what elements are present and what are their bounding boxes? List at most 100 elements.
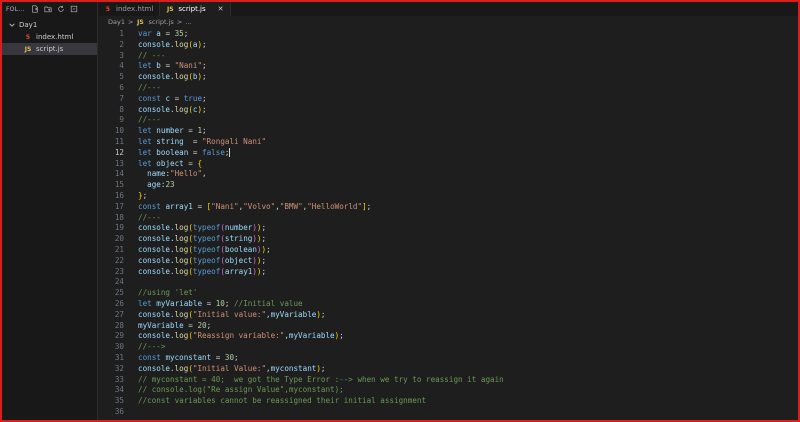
code-text: // --- (138, 51, 165, 62)
code-text: name:"Hello", (138, 169, 207, 180)
breadcrumb-separator: > (176, 18, 183, 26)
line-number: 20 (114, 234, 124, 244)
code-token: object (224, 255, 253, 265)
code-token: = (183, 126, 198, 136)
code-token: let (138, 147, 152, 157)
code-line[interactable]: 16}; (98, 191, 798, 202)
code-line[interactable]: 12 let boolean = false; (98, 148, 798, 159)
code-line[interactable]: 24 (98, 277, 798, 288)
refresh-icon[interactable] (57, 5, 65, 13)
code-line[interactable]: 6 //--- (98, 83, 798, 94)
breadcrumb-file[interactable]: script.js (148, 18, 173, 26)
tab-index-html[interactable]: 5 index.html (98, 2, 161, 16)
code-line[interactable]: 27 console.log("Initial value:",myVariabl… (98, 310, 798, 321)
code-line[interactable]: 2 console.log(a); (98, 40, 798, 51)
code-line[interactable]: 36 (98, 407, 798, 418)
code-line[interactable]: 21 console.log(typeof(boolean)); (98, 245, 798, 256)
code-token: ; (202, 93, 207, 103)
code-line[interactable]: 19 console.log(typeof(number)); (98, 223, 798, 234)
file-index-html[interactable]: 5 index.html (2, 31, 97, 43)
code-line[interactable]: 7 const c = true; (98, 94, 798, 105)
code-line[interactable]: 33 // myconstant = 40; we got the Type Er… (98, 375, 798, 386)
folder-day1[interactable]: Day1 (2, 19, 97, 31)
code-token: = (192, 201, 207, 211)
code-token: 35 (174, 29, 184, 38)
code-line[interactable]: 14 name:"Hello", (98, 169, 798, 180)
code-line[interactable]: 22 console.log(typeof(object)); (98, 256, 798, 267)
code-token: 30 (224, 352, 235, 362)
new-file-icon[interactable] (31, 5, 39, 13)
code-line[interactable]: 30 //---> (98, 342, 798, 353)
code-token: "Nani" (211, 201, 239, 211)
code-token: log (174, 363, 189, 373)
code-line[interactable]: 29 console.log("Reassign variable:",myVar… (98, 331, 798, 342)
code-line[interactable]: 5 console.log(b); (98, 72, 798, 83)
code-line[interactable]: 28 myVariable = 20; (98, 321, 798, 332)
code-token: false (202, 147, 225, 157)
code-line[interactable]: 23 console.log(typeof(array1)); (98, 267, 798, 278)
code-token: log (174, 309, 189, 319)
code-editor[interactable]: 1 var a = 35; 2 console.log(a); 3 // --- 4 let … (98, 29, 798, 420)
code-line[interactable]: 13 let object = { (98, 159, 798, 170)
code-text: console.log(typeof(number)); (138, 223, 266, 234)
code-token: log (174, 234, 189, 244)
code-token: "Initial Value:" (192, 363, 267, 373)
code-token: 20 (197, 320, 207, 330)
code-line[interactable]: 34 // console.log("Re assign Value",mycon… (98, 385, 798, 396)
code-token: console (138, 255, 171, 265)
code-text: let number = 1; (138, 126, 207, 137)
line-number: 36 (114, 406, 124, 416)
collapse-all-icon[interactable] (70, 5, 78, 13)
code-token: ; (202, 39, 207, 49)
code-token: //--- (138, 115, 161, 125)
code-token: boolean (224, 244, 257, 254)
code-line[interactable]: 8 console.log(c); (98, 105, 798, 116)
close-icon[interactable]: ✕ (218, 5, 224, 13)
code-token: number (224, 223, 253, 233)
code-line[interactable]: 9 //--- (98, 115, 798, 126)
code-line[interactable]: 15 age:23 (98, 180, 798, 191)
explorer-sidebar: FOL... Day1 5 index.html JS script.js (2, 2, 98, 420)
code-token: number (156, 126, 184, 136)
code-token: //using 'let' (138, 288, 198, 298)
code-token: "Nani" (174, 61, 203, 71)
code-line[interactable]: 20 console.log(typeof(string)); (98, 234, 798, 245)
code-token: console (138, 244, 171, 254)
code-line[interactable]: 10 let number = 1; (98, 126, 798, 137)
line-number: 2 (119, 39, 124, 49)
breadcrumb-symbol[interactable]: ... (185, 18, 191, 26)
html-file-icon: 5 (105, 5, 111, 13)
code-token: "HelloWorld" (307, 201, 363, 211)
code-line[interactable]: 35 //const variables cannot be reassigned… (98, 396, 798, 407)
code-token: ; (142, 190, 148, 200)
code-line[interactable]: 1 var a = 35; (98, 29, 798, 40)
code-line[interactable]: 25 //using 'let' (98, 288, 798, 299)
code-text: let myVariable = 10; //Initial value (138, 299, 303, 310)
code-line[interactable]: 32 console.log("Initial Value:",myconstan… (98, 364, 798, 375)
code-line[interactable]: 18 //--- (98, 213, 798, 224)
code-token: ; (202, 126, 207, 136)
file-script-js[interactable]: JS script.js (2, 43, 97, 55)
line-number: 5 (119, 72, 124, 82)
code-token: typeof (192, 266, 221, 276)
code-token: , (202, 169, 207, 179)
code-token: log (174, 266, 189, 276)
code-text: //using 'let' (138, 288, 197, 299)
code-line[interactable]: 17 const array1 = ["Nani","Volvo","BMW","… (98, 202, 798, 213)
new-folder-icon[interactable] (44, 5, 52, 13)
code-line[interactable]: 11 let string = "Rongali Nani" (98, 137, 798, 148)
code-token: console (138, 363, 171, 373)
breadcrumb-folder[interactable]: Day1 (108, 18, 125, 26)
code-token: const (138, 352, 161, 362)
code-token: const (138, 201, 161, 211)
code-token: ; (261, 255, 267, 265)
code-line[interactable]: 31 const myconstant = 30; (98, 353, 798, 364)
js-file-icon: JS (167, 5, 174, 13)
line-number: 15 (114, 180, 124, 190)
code-line[interactable]: 4 let b = "Nani"; (98, 61, 798, 72)
code-token: console (138, 72, 171, 82)
code-line[interactable]: 26 let myVariable = 10; //Initial value (98, 299, 798, 310)
tab-script-js[interactable]: JS script.js ✕ (160, 2, 231, 16)
code-token: ; (261, 234, 267, 244)
code-line[interactable]: 3 // --- (98, 51, 798, 62)
